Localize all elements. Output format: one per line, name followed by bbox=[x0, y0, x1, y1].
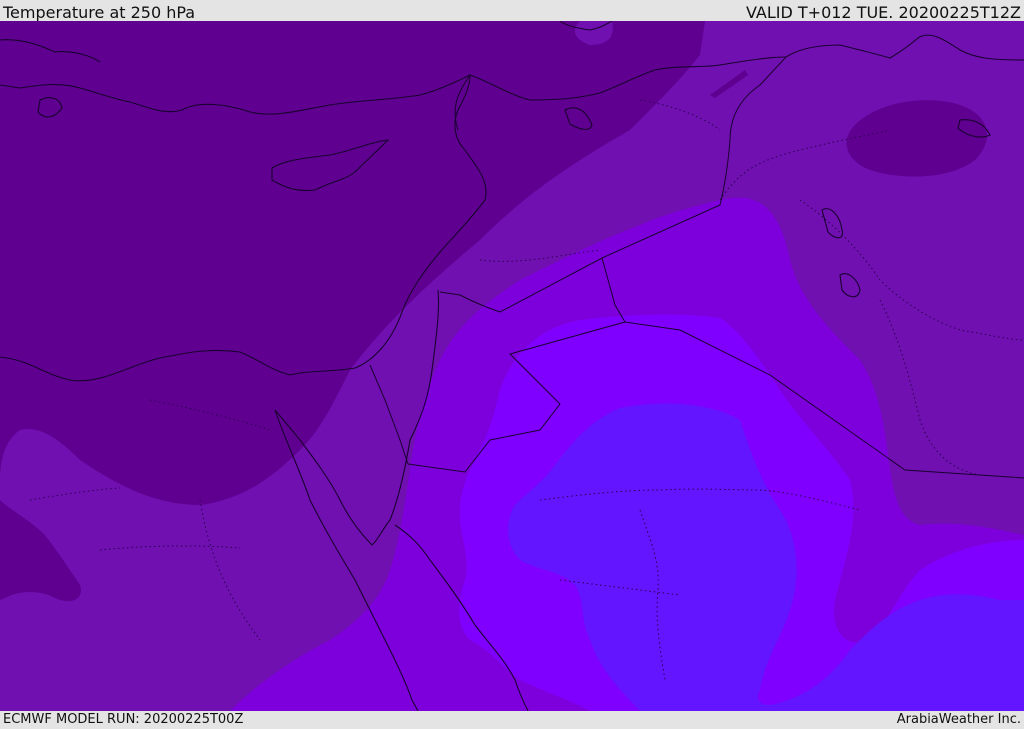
footer-bar: ECMWF MODEL RUN: 20200225T00Z ArabiaWeat… bbox=[0, 711, 1024, 729]
model-run-label: ECMWF MODEL RUN: 20200225T00Z bbox=[3, 712, 244, 727]
header-bar: Temperature at 250 hPa VALID T+012 TUE. … bbox=[0, 0, 1024, 21]
map-title: Temperature at 250 hPa bbox=[3, 3, 196, 22]
temperature-map[interactable] bbox=[0, 21, 1024, 711]
valid-time: VALID T+012 TUE. 20200225T12Z bbox=[745, 3, 1021, 22]
credit-label: ArabiaWeather Inc. bbox=[896, 712, 1021, 727]
